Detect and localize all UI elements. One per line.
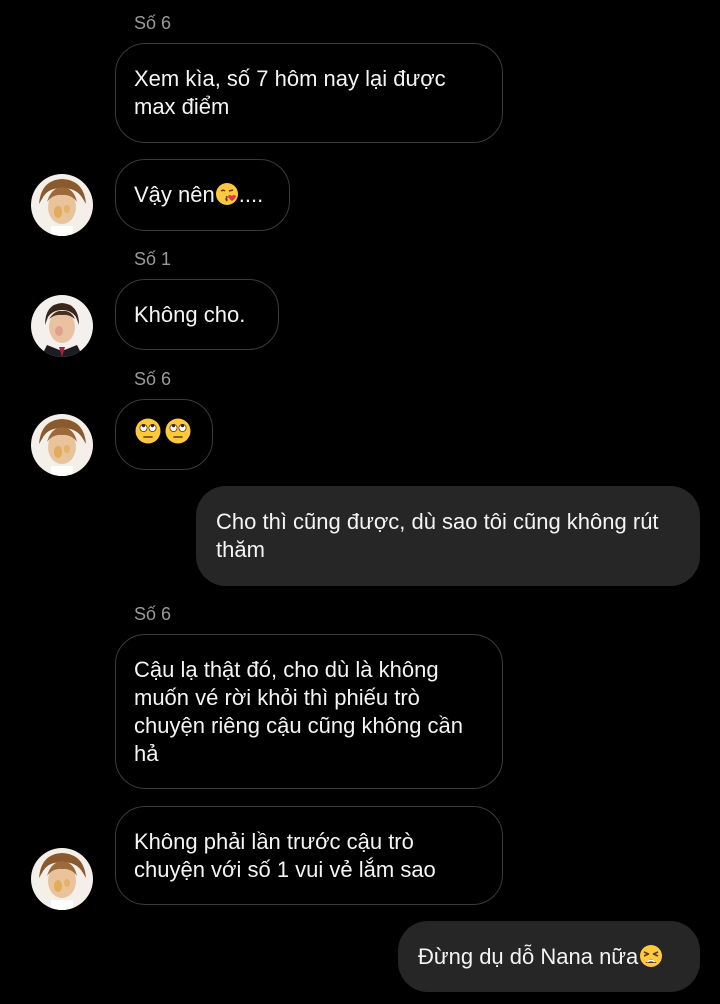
message-text: Đừng dụ dỗ Nana nữa — [418, 943, 639, 969]
face-with-rolling-eyes-icon — [134, 417, 192, 452]
message-text: Cậu lạ thật đó, cho dù là không muốn vé … — [134, 656, 464, 766]
message-bubble-incoming[interactable] — [115, 399, 213, 470]
message-text: Xem kìa, số 7 hôm nay lại được max điểm — [134, 66, 446, 119]
message-bubble-incoming[interactable]: Không cho. — [115, 279, 279, 350]
message-bubble-outgoing[interactable]: Cho thì cũng được, dù sao tôi cũng không… — [196, 486, 700, 586]
message-text-suffix: .... — [238, 182, 264, 207]
face-blowing-kiss-icon — [215, 181, 239, 209]
message-text: Cho thì cũng được, dù sao tôi cũng không… — [216, 509, 659, 562]
sender-name: Số 6 — [134, 13, 172, 33]
message-bubble-incoming[interactable]: Vậy nên .... — [115, 159, 290, 231]
message-bubble-outgoing[interactable]: Đừng dụ dỗ Nana nữa — [398, 921, 700, 992]
message-bubble-incoming[interactable]: Cậu lạ thật đó, cho dù là không muốn vé … — [115, 634, 503, 789]
message-bubble-incoming[interactable]: Xem kìa, số 7 hôm nay lại được max điểm — [115, 43, 503, 143]
avatar-so-1[interactable] — [31, 295, 93, 357]
message-text: Không phải lần trước cậu trò chuyện với … — [134, 828, 436, 882]
sender-name: Số 1 — [134, 249, 172, 269]
avatar-so-6[interactable] — [31, 414, 93, 476]
sender-name: Số 6 — [134, 604, 172, 624]
avatar-so-6[interactable] — [31, 848, 93, 910]
message-text: Vậy nên — [134, 182, 215, 207]
sender-name: Số 6 — [134, 369, 172, 389]
message-text: Không cho. — [134, 301, 246, 327]
tired-face-icon — [638, 943, 663, 971]
message-bubble-incoming[interactable]: Không phải lần trước cậu trò chuyện với … — [115, 806, 503, 905]
avatar-so-6[interactable] — [31, 174, 93, 236]
